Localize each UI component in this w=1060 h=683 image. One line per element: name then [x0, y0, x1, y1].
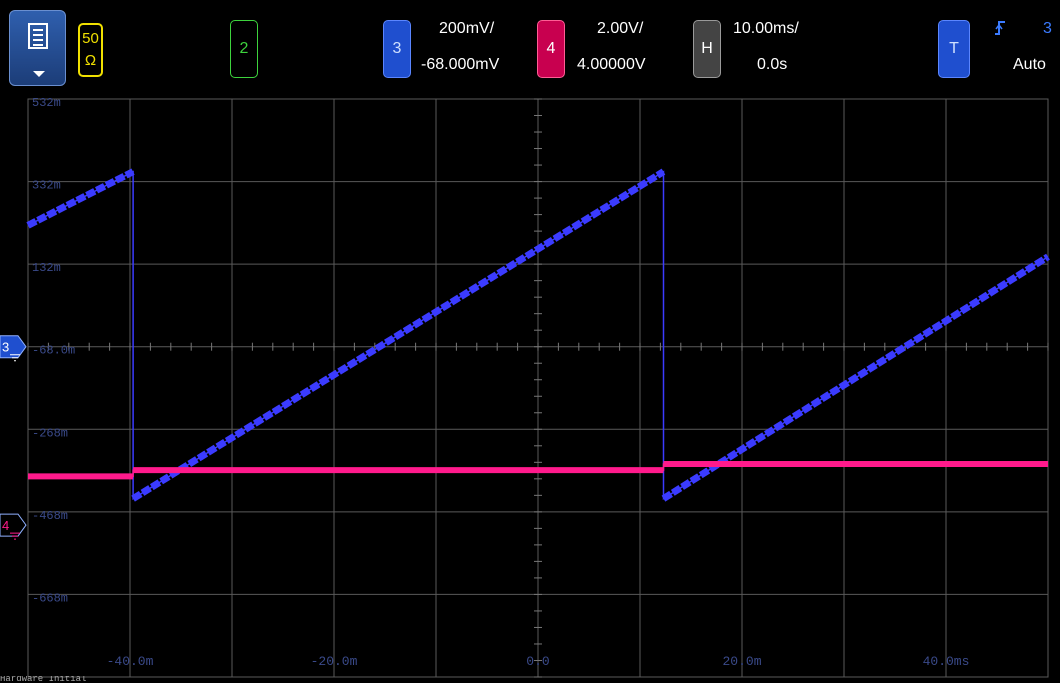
rising-edge-icon — [993, 20, 1007, 41]
horizontal-scale[interactable]: 10.00ms/ — [733, 20, 799, 38]
y-axis-label: -268m — [32, 426, 68, 440]
y-axis-labels: 532m 332m 132m -68.0m -268m -468m -668m — [32, 97, 75, 605]
y-axis-label: -468m — [32, 509, 68, 523]
channel-3-button[interactable]: 3 — [383, 20, 411, 78]
y-axis-label: -68.0m — [32, 344, 75, 358]
x-axis-label: 0.0 — [526, 654, 549, 669]
horizontal-button[interactable]: H — [693, 20, 721, 78]
channel-3-scale[interactable]: 200mV/ — [439, 20, 494, 38]
channel-4-scale[interactable]: 2.00V/ — [597, 20, 643, 38]
waveform-display[interactable]: 532m 332m 132m -68.0m -268m -468m -668m -40.0m… — [0, 97, 1060, 680]
y-axis-label: 332m — [32, 179, 61, 193]
svg-text:3: 3 — [2, 340, 9, 355]
waveform-graph: 532m 332m 132m -68.0m -268m -468m -668m -40.0m… — [0, 97, 1050, 678]
impedance-unit: Ω — [84, 52, 97, 69]
chevron-down-icon — [33, 71, 45, 77]
y-axis-label: 532m — [32, 97, 61, 110]
channel-3-ground-marker[interactable]: 3 — [0, 335, 27, 362]
impedance-value: 50 — [82, 30, 99, 47]
trigger-mode[interactable]: Auto — [1013, 56, 1046, 74]
graticule — [27, 98, 1049, 678]
trigger-source[interactable]: 3 — [1043, 20, 1052, 38]
channel-4-ground-marker[interactable]: 4 — [0, 513, 27, 540]
channel-2-button[interactable]: 2 — [230, 20, 258, 78]
main-menu-button[interactable] — [9, 10, 66, 86]
x-axis-labels: -40.0m -20.0m 0.0 20.0m 40.0ms — [107, 654, 970, 669]
document-icon — [28, 23, 48, 49]
trace-ch3-segment — [131, 168, 666, 502]
toolbar: 50 Ω 2 3 200mV/ -68.000mV 4 2.00V/ 4.000… — [0, 0, 1060, 97]
svg-text:4: 4 — [2, 518, 9, 533]
channel-3-offset[interactable]: -68.000mV — [421, 56, 499, 74]
ground-markers[interactable]: 34 — [0, 335, 27, 540]
horizontal-delay[interactable]: 0.0s — [757, 56, 787, 74]
x-axis-label: -20.0m — [311, 654, 358, 669]
channel-4-button[interactable]: 4 — [537, 20, 565, 78]
x-axis-label: -40.0m — [107, 654, 154, 669]
status-footer: Hardware Initial — [0, 676, 87, 683]
x-axis-label: 40.0ms — [923, 654, 970, 669]
trigger-button[interactable]: T — [938, 20, 970, 78]
x-axis-label: 20.0m — [722, 654, 761, 669]
channel-4-offset[interactable]: 4.00000V — [577, 56, 646, 74]
y-axis-label: 132m — [32, 261, 61, 275]
input-impedance-badge[interactable]: 50 Ω — [78, 23, 103, 77]
y-axis-label: -668m — [32, 591, 68, 605]
